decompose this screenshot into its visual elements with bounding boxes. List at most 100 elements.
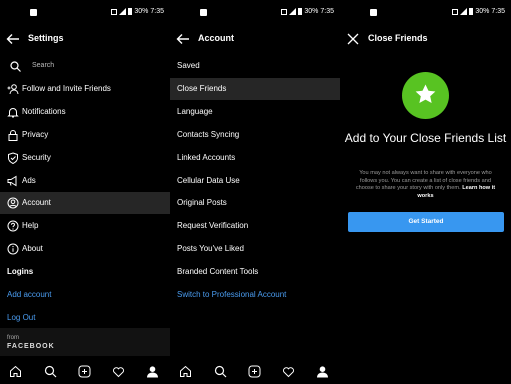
help-icon — [7, 220, 19, 232]
facebook-logo: FACEBOOK — [7, 343, 55, 350]
battery-level: 30% — [304, 8, 319, 15]
account-item-label: Linked Accounts — [177, 153, 236, 162]
settings-screen: 30% 7:35 Settings Search Follow and Invi… — [0, 0, 170, 384]
settings-item-label: Privacy — [22, 130, 49, 139]
info-icon — [7, 243, 19, 255]
notification-icon — [370, 9, 377, 16]
add-account-link[interactable]: Add account — [0, 284, 170, 306]
account-item-label: Language — [177, 107, 213, 116]
account-item-cellular-data[interactable]: Cellular Data Use — [170, 170, 340, 192]
settings-item-label: Help — [22, 221, 39, 230]
get-started-button[interactable]: Get Started — [348, 212, 504, 232]
settings-item-label: Follow and Invite Friends — [22, 84, 111, 93]
new-post-icon[interactable] — [78, 365, 91, 378]
account-screen: 30% 7:35 Account Saved Close Friends Lan… — [170, 0, 340, 384]
notification-icon — [200, 9, 207, 16]
battery-icon — [298, 8, 303, 15]
bell-icon — [7, 108, 19, 118]
account-item-label: Contacts Syncing — [177, 130, 240, 139]
account-item-label: Posts You've Liked — [177, 244, 244, 253]
switch-professional-label: Switch to Professional Account — [177, 290, 287, 299]
heart-icon[interactable] — [112, 365, 125, 378]
page-title: Account — [198, 33, 234, 43]
account-circle-icon — [7, 197, 19, 209]
settings-item-security[interactable]: Security — [0, 147, 170, 169]
facebook-footer: from FACEBOOK — [0, 328, 170, 356]
lock-icon — [8, 130, 18, 141]
settings-item-ads[interactable]: Ads — [0, 170, 170, 192]
account-item-label: Original Posts — [177, 198, 227, 207]
log-out-label: Log Out — [7, 313, 36, 322]
from-label: from — [7, 335, 19, 341]
clock: 7:35 — [320, 8, 334, 15]
profile-icon[interactable] — [146, 365, 159, 378]
page-title: Settings — [28, 33, 64, 43]
home-icon[interactable] — [9, 365, 22, 378]
page-title: Close Friends — [368, 33, 428, 43]
star-icon — [415, 84, 436, 104]
account-item-request-verification[interactable]: Request Verification — [170, 215, 340, 237]
profile-icon[interactable] — [316, 365, 329, 378]
log-out-link[interactable]: Log Out — [0, 307, 170, 329]
settings-item-about[interactable]: About — [0, 238, 170, 260]
battery-icon — [469, 8, 474, 15]
new-post-icon[interactable] — [248, 365, 261, 378]
vibrate-icon — [281, 8, 288, 15]
app-bar: Settings — [0, 26, 170, 52]
account-item-label: Close Friends — [177, 84, 227, 93]
close-icon[interactable] — [346, 32, 360, 46]
bottom-nav — [0, 360, 170, 384]
settings-item-notifications[interactable]: Notifications — [0, 101, 170, 123]
account-item-branded-content[interactable]: Branded Content Tools — [170, 261, 340, 283]
account-item-close-friends[interactable]: Close Friends — [170, 78, 340, 100]
notification-icon — [30, 9, 37, 16]
add-person-icon — [7, 84, 19, 95]
heart-icon[interactable] — [282, 365, 295, 378]
signal-icon — [460, 8, 468, 15]
search-icon[interactable] — [214, 365, 227, 378]
vibrate-icon — [452, 8, 459, 15]
search-placeholder: Search — [32, 62, 55, 69]
shield-icon — [8, 152, 18, 164]
clock: 7:35 — [150, 8, 164, 15]
account-item-saved[interactable]: Saved — [170, 55, 340, 77]
account-item-label: Saved — [177, 61, 200, 70]
logins-header: Logins — [0, 261, 170, 283]
account-item-contacts-syncing[interactable]: Contacts Syncing — [170, 124, 340, 146]
account-item-posts-liked[interactable]: Posts You've Liked — [170, 238, 340, 260]
settings-item-label: About — [22, 244, 43, 253]
logins-header-label: Logins — [7, 267, 34, 276]
settings-item-label: Notifications — [22, 107, 66, 116]
account-item-linked-accounts[interactable]: Linked Accounts — [170, 147, 340, 169]
bottom-nav — [170, 360, 340, 384]
search-icon[interactable] — [44, 365, 57, 378]
signal-icon — [289, 8, 297, 15]
settings-item-label: Security — [22, 153, 51, 162]
search-input[interactable]: Search — [0, 58, 170, 76]
account-item-language[interactable]: Language — [170, 101, 340, 123]
account-item-label: Request Verification — [177, 221, 249, 230]
account-item-label: Cellular Data Use — [177, 176, 240, 185]
settings-item-help[interactable]: Help — [0, 215, 170, 237]
add-account-label: Add account — [7, 290, 52, 299]
settings-item-account[interactable]: Account — [0, 192, 170, 214]
settings-item-follow-invite[interactable]: Follow and Invite Friends — [0, 78, 170, 100]
app-bar: Account — [170, 26, 340, 52]
home-icon[interactable] — [179, 365, 192, 378]
clock: 7:35 — [491, 8, 505, 15]
settings-item-privacy[interactable]: Privacy — [0, 124, 170, 146]
back-arrow-icon[interactable] — [6, 32, 20, 46]
app-bar: Close Friends — [340, 26, 511, 52]
close-friends-heading: Add to Your Close Friends List — [344, 131, 507, 145]
back-arrow-icon[interactable] — [176, 32, 190, 46]
star-badge — [402, 72, 449, 119]
switch-professional-link[interactable]: Switch to Professional Account — [170, 284, 340, 306]
status-bar: 30% 7:35 — [340, 0, 511, 26]
close-friends-description: You may not always want to share with ev… — [354, 170, 497, 200]
close-friends-screen: 30% 7:35 Close Friends Add to Your Close… — [340, 0, 511, 384]
vibrate-icon — [111, 8, 118, 15]
account-item-original-posts[interactable]: Original Posts — [170, 192, 340, 214]
account-item-label: Branded Content Tools — [177, 267, 259, 276]
battery-level: 30% — [134, 8, 149, 15]
status-bar: 30% 7:35 — [170, 0, 340, 26]
